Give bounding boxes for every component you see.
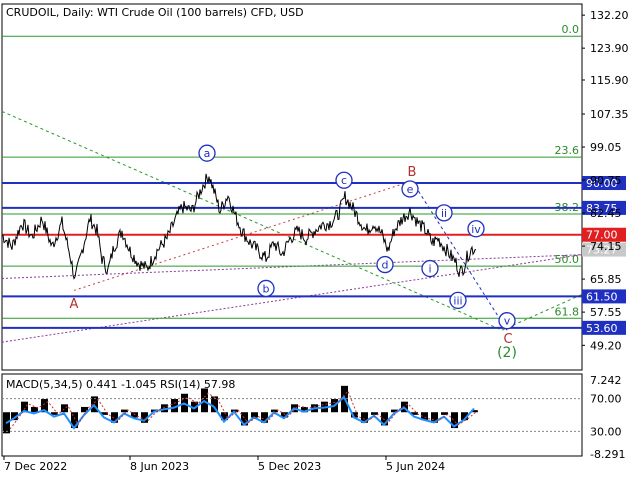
wave-label: A (70, 297, 79, 312)
main-panel-frame (1, 3, 583, 371)
wave-label: iii (453, 294, 462, 307)
fib-label: 23.6 (555, 144, 580, 157)
wave-label: iv (471, 223, 481, 236)
indicator-y-label: -8.291 (590, 448, 625, 461)
wave-label: c (341, 174, 347, 187)
wave-label: i (428, 263, 431, 276)
wave-label: B (408, 165, 417, 180)
x-tick-label: 8 Jun 2023 (130, 460, 189, 473)
price-chart: 0.023.638.250.061.8 abcdeiiiiiiivvABC(2)… (1, 3, 629, 473)
y-tick-label: 132.20 (590, 9, 629, 22)
indicator-y-label: 30.00 (590, 425, 622, 438)
macd-bar (61, 404, 68, 413)
y-tick-label: 82.45 (590, 207, 622, 220)
wave-label: e (407, 183, 414, 196)
y-tick-label: 99.05 (590, 141, 622, 154)
fib-label: 50.0 (555, 253, 580, 266)
indicator-panel (2, 385, 582, 434)
wave-label: d (382, 259, 389, 272)
y-tick-label: 123.90 (590, 42, 629, 55)
wave-label: a (204, 147, 211, 160)
level-tag-label: 61.50 (586, 290, 618, 303)
x-tick-label: 5 Jun 2024 (386, 460, 445, 473)
level-lines: 0.023.638.250.061.8 (1, 23, 583, 343)
indicator-title: MACD(5,34,5) 0.441 -1.045 RSI(14) 57.98 (6, 378, 235, 391)
fib-label: 61.8 (555, 305, 580, 318)
y-tick-label: 115.90 (590, 74, 629, 87)
trend-line-purple-lower (1, 254, 583, 343)
wave-label: (2) (497, 345, 517, 361)
wave-label: ii (441, 207, 447, 220)
wave-label: b (263, 282, 270, 295)
indicator-y-label: 70.00 (590, 393, 622, 406)
y-tick-label: 57.55 (590, 306, 622, 319)
wave-label: v (504, 315, 511, 328)
level-tag-label: 53.60 (586, 322, 618, 335)
indicator-y-label: 7.242 (590, 374, 622, 387)
y-tick-label: 107.35 (590, 108, 629, 121)
x-tick-label: 7 Dec 2022 (4, 460, 67, 473)
x-tick-label: 5 Dec 2023 (258, 460, 321, 473)
macd-bar (121, 409, 128, 413)
y-tick-label: 90.75 (590, 174, 622, 187)
fib-label: 0.0 (562, 23, 580, 36)
y-tick-label: 49.20 (590, 339, 622, 352)
y-tick-label: 65.85 (590, 273, 622, 286)
chart-title: CRUDOIL, Daily: WTI Crude Oil (100 barre… (6, 6, 304, 19)
y-tick-label: 74.15 (590, 240, 622, 253)
